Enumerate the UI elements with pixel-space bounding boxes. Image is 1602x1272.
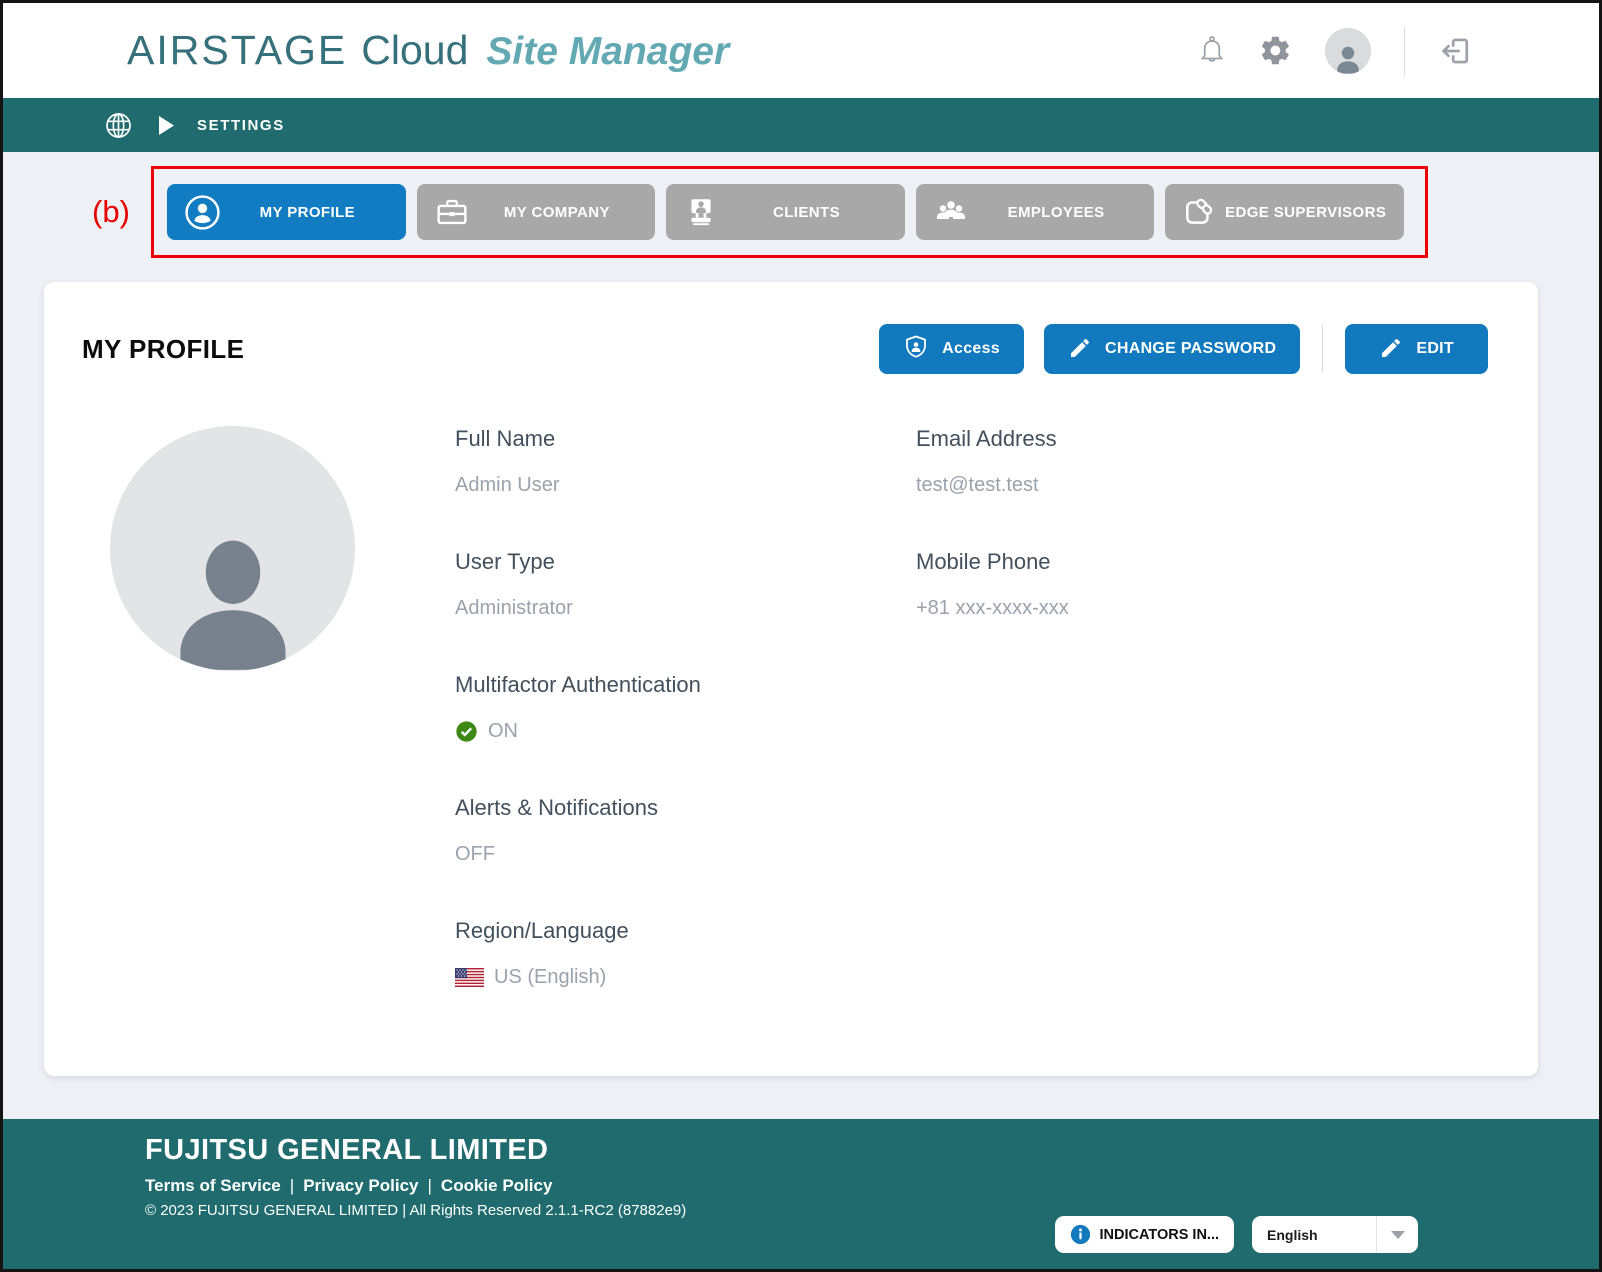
card-body: Full Name Admin User User Type Administr… [44, 374, 1538, 1041]
field-label: User Type [455, 549, 916, 575]
field-region-language: Region/Language [455, 918, 916, 989]
link-separator: | [290, 1176, 294, 1196]
language-select-value: English [1252, 1227, 1376, 1243]
check-circle-icon [455, 720, 478, 743]
field-full-name: Full Name Admin User [455, 426, 916, 497]
field-label: Multifactor Authentication [455, 672, 916, 698]
field-alerts-notifications: Alerts & Notifications OFF [455, 795, 916, 866]
tab-label: MY COMPANY [473, 204, 642, 221]
fields-column-right: Email Address test@test.test Mobile Phon… [916, 426, 1069, 1041]
card-header: MY PROFILE Access [44, 282, 1538, 374]
change-password-button-label: CHANGE PASSWORD [1105, 340, 1276, 358]
field-label: Email Address [916, 426, 1069, 452]
person-circle-icon [181, 194, 223, 231]
id-badge-icon [680, 195, 722, 229]
bell-icon[interactable] [1198, 36, 1226, 66]
play-caret-icon [159, 116, 174, 135]
chevron-down-icon[interactable] [1376, 1216, 1418, 1253]
link-separator: | [428, 1176, 432, 1196]
fields-column-left: Full Name Admin User User Type Administr… [455, 426, 916, 1041]
card-actions: Access CHANGE PASSWORD [879, 324, 1488, 374]
tab-my-company[interactable]: MY COMPANY [417, 184, 656, 240]
edit-button-label: EDIT [1416, 340, 1454, 358]
field-user-type: User Type Administrator [455, 549, 916, 620]
people-icon [930, 197, 972, 227]
user-avatar[interactable] [1325, 28, 1371, 74]
logo-brand: AIRSTAGE [127, 27, 347, 74]
shield-person-icon [903, 334, 929, 365]
page-title: MY PROFILE [82, 334, 244, 365]
field-label: Region/Language [455, 918, 916, 944]
footer-controls: INDICATORS IN... English [1055, 1216, 1419, 1253]
logout-icon[interactable] [1438, 34, 1472, 68]
app-logo: AIRSTAGE Cloud Site Manager [127, 27, 729, 74]
language-select[interactable]: English [1252, 1216, 1418, 1253]
logo-suffix: Site Manager [486, 30, 729, 74]
breadcrumb[interactable]: SETTINGS [197, 117, 285, 134]
indicators-button-label: INDICATORS IN... [1100, 1227, 1220, 1243]
field-label: Alerts & Notifications [455, 795, 916, 821]
app-footer: FUJITSU GENERAL LIMITED Terms of Service… [3, 1119, 1599, 1269]
us-flag-icon [455, 968, 484, 987]
tab-label: CLIENTS [722, 204, 891, 221]
terms-of-service-link[interactable]: Terms of Service [145, 1176, 281, 1196]
tab-employees[interactable]: EMPLOYEES [916, 184, 1155, 240]
field-value: +81 xxx-xxxx-xxx [916, 597, 1069, 620]
airstage-site-manager-screen: AIRSTAGE Cloud Site Manager [0, 0, 1602, 1272]
annotation-label-b: (b) [92, 194, 130, 230]
region-text: US (English) [494, 966, 606, 989]
indicators-button[interactable]: INDICATORS IN... [1055, 1216, 1235, 1253]
field-label: Full Name [455, 426, 916, 452]
change-password-button[interactable]: CHANGE PASSWORD [1044, 324, 1300, 374]
tab-my-profile[interactable]: MY PROFILE [167, 184, 406, 240]
gear-icon[interactable] [1259, 34, 1292, 67]
field-value: OFF [455, 843, 916, 866]
annotation-highlight-box: MY PROFILE MY COMPANY [151, 166, 1428, 258]
field-label: Mobile Phone [916, 549, 1069, 575]
field-value: test@test.test [916, 474, 1069, 497]
tab-label: EDGE SUPERVISORS [1221, 204, 1390, 221]
footer-company-name: FUJITSU GENERAL LIMITED [145, 1134, 1599, 1167]
access-button-label: Access [942, 340, 1000, 358]
breadcrumb-bar: SETTINGS [3, 98, 1599, 152]
edit-button[interactable]: EDIT [1345, 324, 1488, 374]
app-header: AIRSTAGE Cloud Site Manager [3, 3, 1599, 98]
tab-label: EMPLOYEES [972, 204, 1141, 221]
info-icon [1070, 1224, 1091, 1245]
access-button[interactable]: Access [879, 324, 1024, 374]
link-square-icon [1179, 194, 1221, 230]
main-content: (b) MY PROFILE [3, 152, 1599, 1119]
privacy-policy-link[interactable]: Privacy Policy [303, 1176, 418, 1196]
field-value: Administrator [455, 597, 916, 620]
field-multifactor-authentication: Multifactor Authentication ON [455, 672, 916, 743]
tab-edge-supervisors[interactable]: EDGE SUPERVISORS [1165, 184, 1404, 240]
my-profile-card: MY PROFILE Access [44, 282, 1538, 1076]
field-mobile-phone: Mobile Phone +81 xxx-xxxx-xxx [916, 549, 1069, 620]
tab-clients[interactable]: CLIENTS [666, 184, 905, 240]
field-value: Admin User [455, 474, 916, 497]
cookie-policy-link[interactable]: Cookie Policy [441, 1176, 552, 1196]
globe-icon[interactable] [105, 112, 132, 139]
profile-photo-placeholder[interactable] [110, 426, 355, 671]
actions-divider [1322, 326, 1323, 372]
tab-label: MY PROFILE [223, 204, 392, 221]
header-divider [1404, 27, 1405, 75]
header-actions [1198, 3, 1472, 98]
briefcase-icon [431, 196, 473, 228]
pencil-icon [1379, 336, 1403, 363]
pencil-icon [1068, 336, 1092, 363]
logo-product: Cloud [361, 27, 468, 74]
mfa-status-text: ON [488, 720, 518, 743]
field-value: US (English) [455, 966, 916, 989]
field-value: ON [455, 720, 916, 743]
footer-links: Terms of Service | Privacy Policy | Cook… [145, 1176, 1599, 1196]
field-email-address: Email Address test@test.test [916, 426, 1069, 497]
